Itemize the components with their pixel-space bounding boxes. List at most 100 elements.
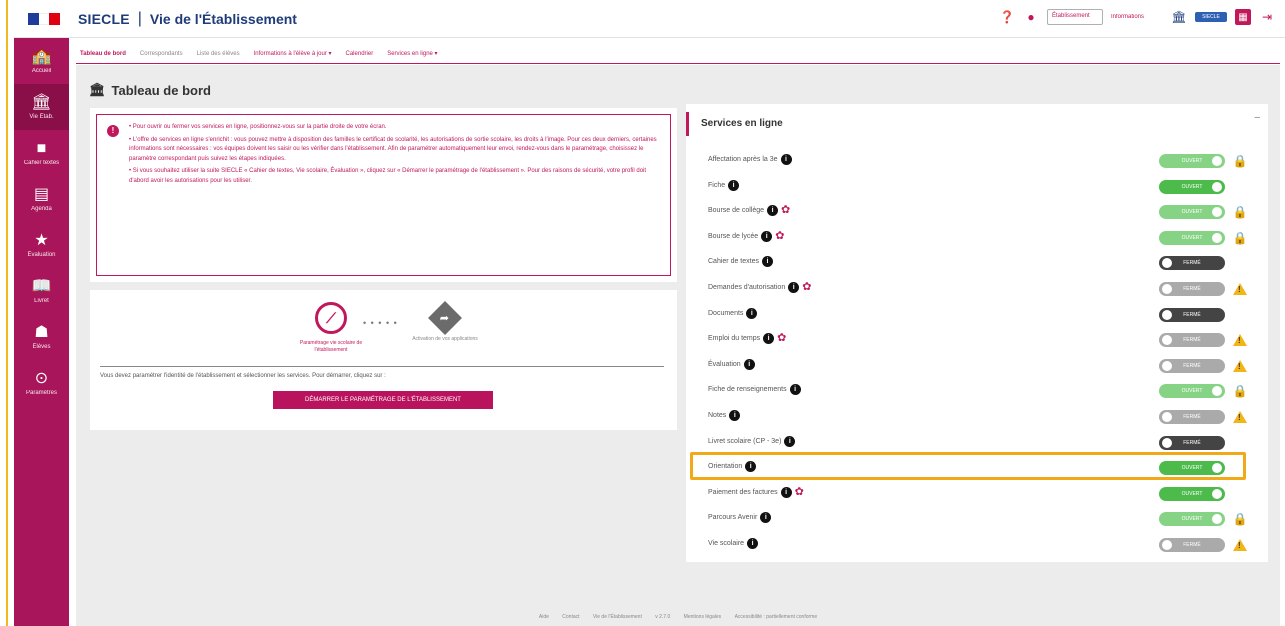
info-icon[interactable]: i — [789, 384, 801, 396]
sidebar-item-label: Cahier textes — [23, 160, 60, 166]
service-label: Paiement des factures i ✿ — [708, 486, 804, 498]
tab-tableau-de-bord[interactable]: Tableau de bord — [80, 51, 126, 57]
start-setup-button[interactable]: DÉMARRER LE PARAMÉTRAGE DE L'ÉTABLISSEME… — [273, 391, 493, 409]
info-icon[interactable]: i — [743, 358, 755, 370]
sidebar-item-label: Livret — [34, 298, 49, 304]
info-icon[interactable]: i — [780, 154, 792, 165]
tab-liste-eleves[interactable]: Liste des élèves — [197, 51, 240, 57]
setup-step-label: Paramétrage vie scolaire de l'établissem… — [299, 340, 363, 353]
sidebar-item-eleves[interactable]: ☗ Élèves — [14, 314, 69, 360]
service-label: Livret scolaire (CP - 3e) i — [708, 435, 796, 447]
alert-icon[interactable]: ● — [1023, 9, 1039, 25]
lock-icon: 🔒 — [1232, 512, 1248, 527]
services-title: Services en ligne — [686, 112, 1268, 136]
info-icon[interactable]: i — [761, 256, 773, 268]
service-toggle[interactable]: FERMÉ — [1159, 282, 1225, 296]
toggle-state: FERMÉ — [1183, 311, 1201, 318]
tab-correspondants[interactable]: Correspondants — [140, 51, 183, 57]
gear-icon[interactable]: ✿ — [802, 282, 811, 293]
header-actions: ❓ ● Établissement Informations 🏛 SIECLE … — [999, 9, 1275, 25]
tab-informations[interactable]: Informations à l'élève à jour ▾ — [254, 50, 332, 57]
info-icon[interactable]: i — [788, 282, 800, 293]
lock-icon: 🔒 — [1232, 205, 1248, 220]
toggle-knob — [1212, 514, 1222, 525]
gear-icon[interactable]: ✿ — [777, 333, 786, 344]
gear-icon[interactable]: ✿ — [781, 205, 790, 216]
service-name: Évaluation — [708, 360, 741, 368]
service-toggle[interactable]: FERMÉ — [1159, 307, 1225, 322]
lock-icon: 🔒 — [1232, 230, 1248, 245]
footer-link[interactable]: Contact — [562, 614, 579, 620]
home-icon: 🏫 — [31, 48, 52, 65]
toggle-knob — [1162, 437, 1172, 448]
service-name: Fiche — [708, 181, 726, 189]
service-toggle[interactable]: OUVERT — [1159, 179, 1225, 194]
service-toggle[interactable]: FERMÉ — [1159, 358, 1225, 373]
footer-link[interactable]: Vie de l'Établissement — [593, 614, 642, 620]
siecle-badge[interactable]: SIECLE — [1195, 12, 1227, 22]
service-toggle[interactable]: OUVERT — [1159, 512, 1225, 527]
gear-icon[interactable]: ✿ — [795, 486, 804, 498]
page-title-text: Tableau de bord — [111, 82, 211, 98]
info-icon[interactable]: i — [745, 461, 757, 473]
service-toggle[interactable]: OUVERT — [1159, 230, 1225, 245]
footer-link[interactable]: Accessibilité : partiellement conforme — [735, 614, 818, 620]
info-icon[interactable]: i — [729, 410, 741, 421]
sidebar-item-accueil[interactable]: 🏫 Accueil — [14, 38, 69, 84]
toggle-knob — [1162, 335, 1172, 346]
service-label: Bourse de collège i ✿ — [708, 205, 790, 217]
service-toggle[interactable]: OUVERT — [1159, 486, 1225, 501]
service-name: Demandes d'autorisation — [708, 284, 786, 291]
sidebar-item-cahier-textes[interactable]: ■ Cahier textes — [14, 130, 69, 176]
profile-icon[interactable]: ▦ — [1235, 9, 1251, 25]
sidebar-item-vie-etab[interactable]: 🏛 Vie Étab. — [14, 84, 69, 130]
tab-calendrier[interactable]: Calendrier — [346, 51, 374, 57]
service-toggle[interactable]: FERMÉ — [1159, 435, 1225, 450]
help-icon[interactable]: ❓ — [999, 9, 1015, 25]
tab-services-en-ligne[interactable]: Services en ligne ▾ — [387, 50, 437, 57]
service-toggle[interactable]: OUVERT — [1159, 154, 1225, 168]
info-icon[interactable]: i — [746, 307, 758, 319]
service-toggle[interactable]: OUVERT — [1159, 205, 1225, 220]
footer-link[interactable]: Aide — [539, 614, 549, 620]
info-icon[interactable]: i — [780, 486, 792, 498]
info-icon[interactable]: i — [784, 435, 796, 447]
footer-link[interactable]: Mentions légales — [684, 614, 722, 620]
toggle-state: FERMÉ — [1183, 362, 1201, 369]
sidebar-item-parametres[interactable]: ⊙ Paramètres — [14, 360, 69, 406]
info-icon[interactable]: i — [760, 512, 772, 524]
service-toggle[interactable]: FERMÉ — [1159, 538, 1225, 552]
collapse-icon[interactable]: – — [1254, 112, 1260, 123]
service-name: Bourse de collège — [708, 207, 765, 215]
service-name: Livret scolaire (CP - 3e) — [708, 437, 782, 445]
info-icon[interactable]: i — [761, 230, 773, 242]
sidebar-item-agenda[interactable]: ▤ Agenda — [14, 176, 69, 222]
toggle-state: OUVERT — [1181, 388, 1203, 395]
service-row: Vie scolaire i FERMÉ — [686, 534, 1268, 556]
service-name: Vie scolaire — [708, 540, 745, 547]
gear-icon[interactable]: ✿ — [775, 230, 784, 242]
school-icon[interactable]: 🏛 — [1171, 9, 1187, 25]
service-name: Documents — [708, 309, 744, 317]
logout-icon[interactable]: ⇥ — [1259, 9, 1275, 25]
sidebar-item-livret[interactable]: 📖 Livret — [14, 268, 69, 314]
service-label: Documents i — [708, 307, 758, 319]
informations-link[interactable]: Informations — [1111, 14, 1163, 20]
info-icon[interactable]: i — [763, 333, 775, 345]
service-toggle[interactable]: OUVERT — [1159, 384, 1225, 399]
sidebar-item-evaluation[interactable]: ★ Évaluation — [14, 222, 69, 268]
setup-step-activation[interactable]: ➦ Activation de vos applications — [410, 301, 480, 343]
info-icon[interactable]: i — [767, 205, 779, 217]
info-icon[interactable]: i — [728, 179, 740, 191]
toggle-state: FERMÉ — [1183, 286, 1201, 292]
establishment-select[interactable]: Établissement — [1047, 9, 1103, 25]
setup-step-vie-scolaire[interactable]: ⟋ Paramétrage vie scolaire de l'établiss… — [296, 302, 366, 354]
service-toggle[interactable]: FERMÉ — [1159, 333, 1225, 348]
service-toggle[interactable]: FERMÉ — [1159, 256, 1225, 271]
info-icon[interactable]: i — [747, 538, 759, 549]
service-toggle[interactable]: FERMÉ — [1159, 410, 1225, 424]
toggle-state: FERMÉ — [1183, 414, 1201, 420]
service-toggle[interactable]: OUVERT — [1159, 461, 1225, 476]
footer-link: v 2.7.0 — [655, 614, 671, 620]
toggle-state: OUVERT — [1181, 465, 1203, 472]
